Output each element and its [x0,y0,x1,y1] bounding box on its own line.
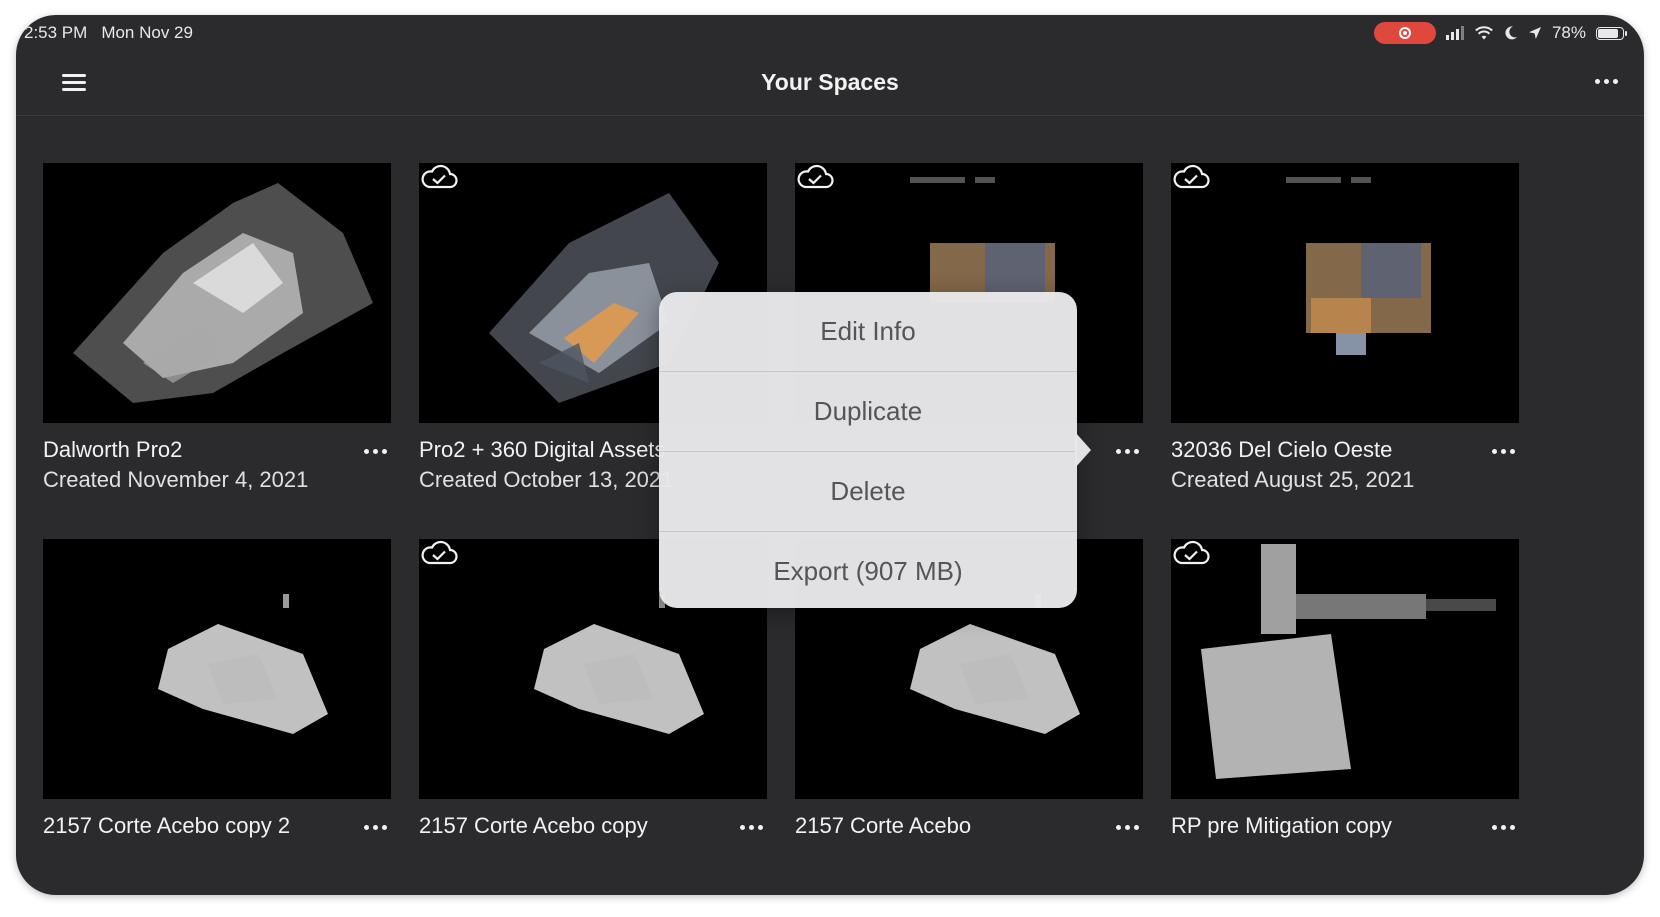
cloud-check-icon [421,164,458,189]
context-menu-popover: Edit Info Duplicate Delete Export (907 M… [659,292,1091,611]
navigation-bar: Your Spaces [16,53,1644,116]
space-thumbnail[interactable] [43,163,391,423]
status-time: 2:53 PM [24,23,88,42]
status-date: Mon Nov 29 [101,23,193,42]
cloud-check-icon [797,164,834,189]
space-card[interactable]: 2157 Corte Acebo copy 2 [43,539,391,843]
status-right: 78% [1373,22,1627,44]
wifi-icon [1475,26,1493,40]
space-more-options-icon[interactable] [364,449,387,454]
space-title: 32036 Del Cielo Oeste [1171,437,1393,462]
space-title: 2157 Corte Acebo copy 2 [43,813,291,838]
space-title: RP pre Mitigation copy [1171,813,1392,838]
space-thumbnail[interactable] [1171,539,1519,799]
record-icon [1398,27,1411,39]
location-arrow-icon [1528,27,1541,39]
screen-recording-indicator[interactable] [1373,22,1436,44]
cloud-check-icon [1173,540,1210,565]
space-card[interactable]: 32036 Del Cielo Oeste Created August 25,… [1171,163,1519,493]
menu-item-delete[interactable]: Delete [659,452,1077,532]
nav-more-options-icon[interactable] [1595,79,1618,84]
battery-percent: 78% [1551,23,1586,42]
cloud-check-icon [1173,164,1210,189]
ipad-screen: 2:53 PM Mon Nov 29 78% Your Spaces Dalwo… [16,15,1644,895]
space-more-options-icon[interactable] [1492,449,1515,454]
space-created-date: Created August 25, 2021 [1171,467,1415,492]
space-more-options-icon[interactable] [740,825,763,830]
status-bar: 2:53 PM Mon Nov 29 78% [16,15,1644,53]
space-title: Dalworth Pro2 [43,437,183,462]
page-title: Your Spaces [761,69,899,95]
space-created-date: Created November 4, 2021 [43,467,309,492]
cloud-check-icon [421,540,458,565]
space-card[interactable]: Dalworth Pro2 Created November 4, 2021 [43,163,391,493]
space-more-options-icon[interactable] [1116,449,1139,454]
menu-item-duplicate[interactable]: Duplicate [659,372,1077,452]
space-card[interactable]: RP pre Mitigation copy [1171,539,1519,843]
menu-item-export[interactable]: Export (907 MB) [659,532,1077,611]
space-title: 2157 Corte Acebo [795,813,972,838]
popover-arrow [1075,432,1091,468]
space-title: 2157 Corte Acebo copy [419,813,648,838]
space-more-options-icon[interactable] [1116,825,1139,830]
space-more-options-icon[interactable] [1492,825,1515,830]
space-thumbnail[interactable] [43,539,391,799]
menu-item-edit-info[interactable]: Edit Info [659,292,1077,372]
battery-icon [1596,26,1627,40]
space-thumbnail[interactable] [1171,163,1519,423]
space-more-options-icon[interactable] [364,825,387,830]
moon-icon [1505,26,1517,40]
status-left: 2:53 PM Mon Nov 29 [24,23,193,43]
cellular-signal-icon [1445,26,1464,40]
